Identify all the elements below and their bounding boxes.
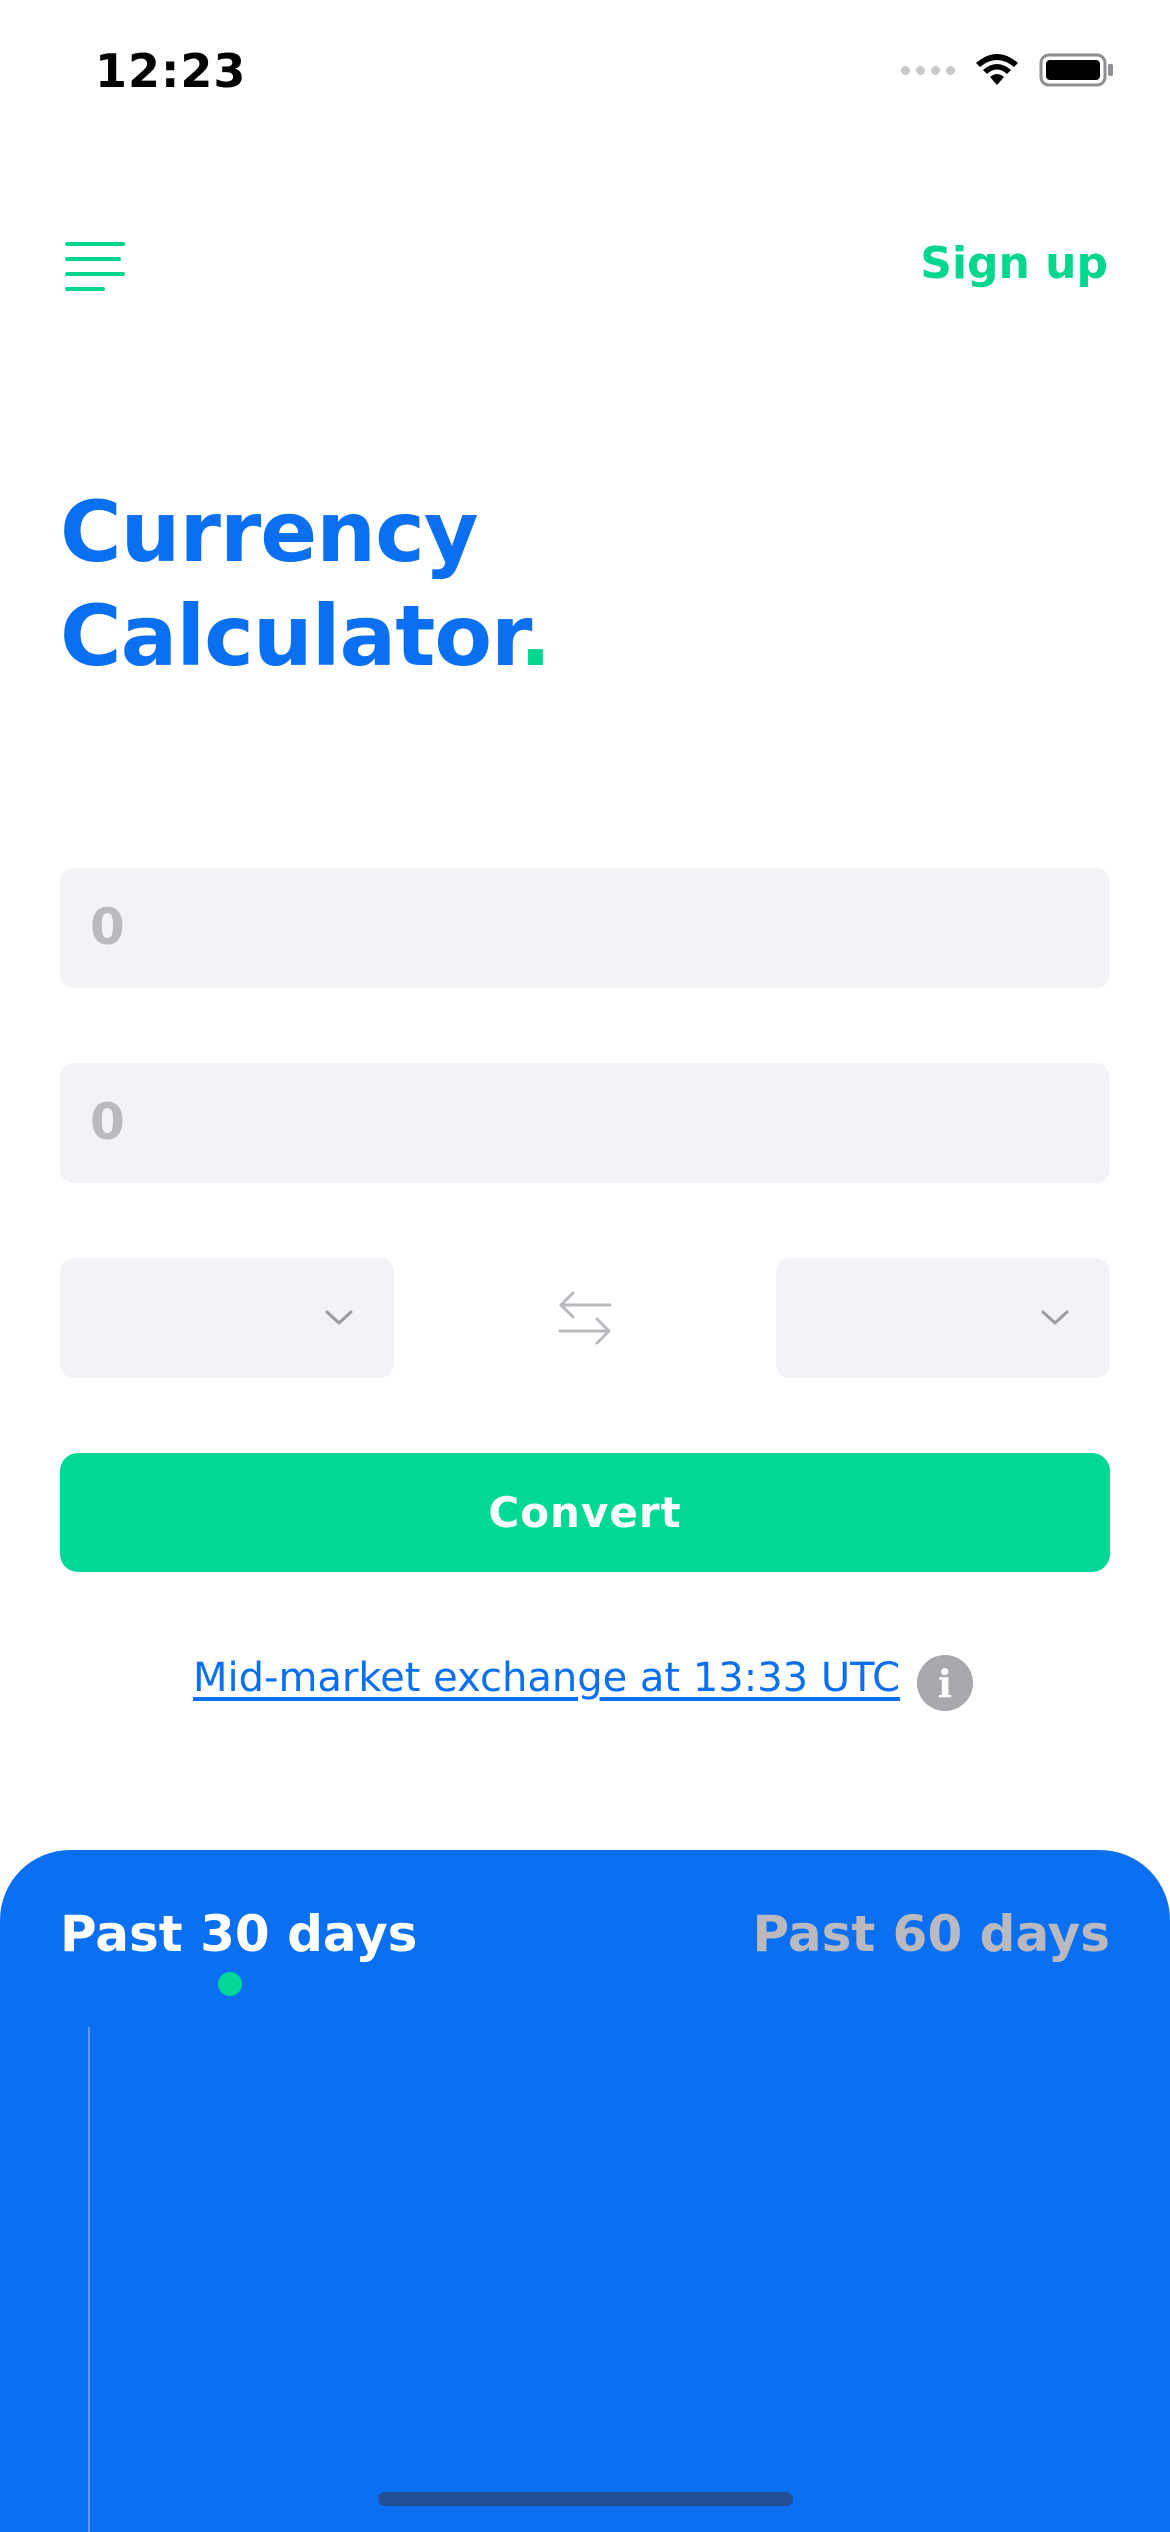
home-indicator[interactable]	[378, 2492, 793, 2506]
swap-arrows-icon[interactable]	[555, 1288, 615, 1348]
from-currency-select[interactable]	[60, 1258, 394, 1378]
amount-from-input[interactable]: 0	[60, 868, 1110, 988]
title-line-2: Calculator.	[60, 587, 552, 685]
page-title: Currency Calculator.	[60, 480, 552, 688]
signal-icon	[901, 65, 955, 75]
active-tab-indicator	[218, 1972, 242, 1996]
amount-from-value: 0	[90, 898, 125, 956]
to-currency-select[interactable]	[776, 1258, 1110, 1378]
status-time: 12:23	[95, 44, 247, 98]
battery-icon	[1039, 53, 1113, 87]
chart-axis-line	[88, 2027, 90, 2532]
menu-icon[interactable]	[65, 242, 127, 294]
tab-past-60-days[interactable]: Past 60 days	[753, 1905, 1110, 1963]
title-line-1: Currency	[60, 483, 479, 581]
title-dot: .	[519, 587, 552, 685]
mid-market-link[interactable]: Mid-market exchange at 13:33 UTC	[193, 1655, 900, 1701]
wifi-icon	[976, 54, 1018, 85]
amount-to-input[interactable]: 0	[60, 1063, 1110, 1183]
chart-panel: Past 30 days Past 60 days	[0, 1850, 1170, 2532]
status-icons	[901, 52, 1115, 88]
status-bar: 12:23	[0, 0, 1170, 150]
convert-button[interactable]: Convert	[60, 1453, 1110, 1572]
amount-to-value: 0	[90, 1093, 125, 1151]
tab-past-30-days[interactable]: Past 30 days	[60, 1905, 417, 1963]
info-icon[interactable]: i	[917, 1655, 973, 1711]
chevron-down-icon	[325, 1310, 353, 1325]
chevron-down-icon	[1041, 1310, 1069, 1325]
sign-up-link[interactable]: Sign up	[920, 238, 1108, 289]
